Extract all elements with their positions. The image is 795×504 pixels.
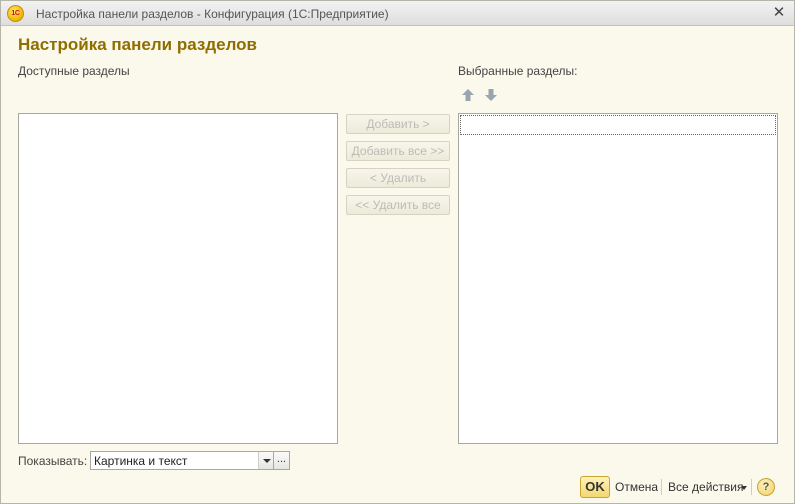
title-bar[interactable]: 1С Настройка панели разделов - Конфигура… (1, 1, 794, 26)
remove-all-button[interactable]: << Удалить все (346, 195, 450, 215)
available-sections-list[interactable] (18, 113, 338, 444)
add-button[interactable]: Добавить > (346, 114, 450, 134)
available-sections-label: Доступные разделы (18, 64, 130, 78)
remove-button[interactable]: < Удалить (346, 168, 450, 188)
show-mode-select[interactable]: Картинка и текст (90, 451, 274, 470)
toolbar-separator (661, 479, 662, 495)
form-title: Настройка панели разделов (18, 35, 257, 54)
move-up-icon[interactable] (461, 88, 475, 102)
show-mode-value: Картинка и текст (94, 454, 188, 468)
move-down-icon[interactable] (484, 88, 498, 102)
close-button[interactable]: ✕ (770, 4, 788, 22)
all-actions-button[interactable]: Все действия (668, 480, 743, 494)
chevron-down-icon[interactable] (258, 452, 273, 469)
toolbar-separator (751, 479, 752, 495)
window-title: Настройка панели разделов - Конфигурация… (36, 7, 389, 21)
help-button[interactable]: ? (757, 478, 775, 496)
add-all-button[interactable]: Добавить все >> (346, 141, 450, 161)
selected-sections-list[interactable] (458, 113, 778, 444)
settings-dialog: 1С Настройка панели разделов - Конфигура… (0, 0, 795, 504)
cancel-button[interactable]: Отмена (615, 480, 658, 494)
app-logo-icon: 1С (7, 5, 24, 22)
show-label: Показывать: (18, 454, 88, 468)
ok-button[interactable]: OK (580, 476, 610, 498)
chevron-down-icon[interactable] (741, 486, 747, 490)
selected-sections-label: Выбранные разделы: (458, 64, 578, 78)
select-more-button[interactable]: ... (274, 451, 290, 470)
list-item[interactable] (460, 115, 776, 135)
